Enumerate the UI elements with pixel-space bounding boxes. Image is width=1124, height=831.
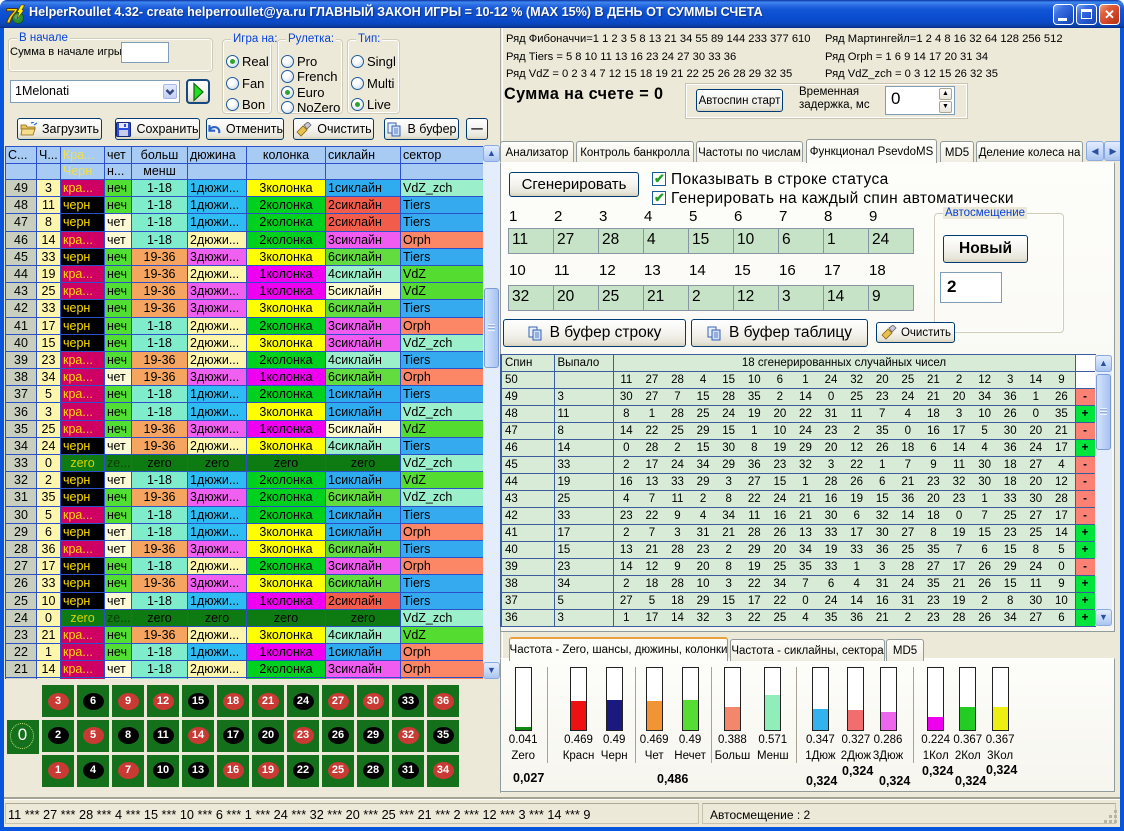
svg-text:7: 7: [5, 5, 18, 26]
